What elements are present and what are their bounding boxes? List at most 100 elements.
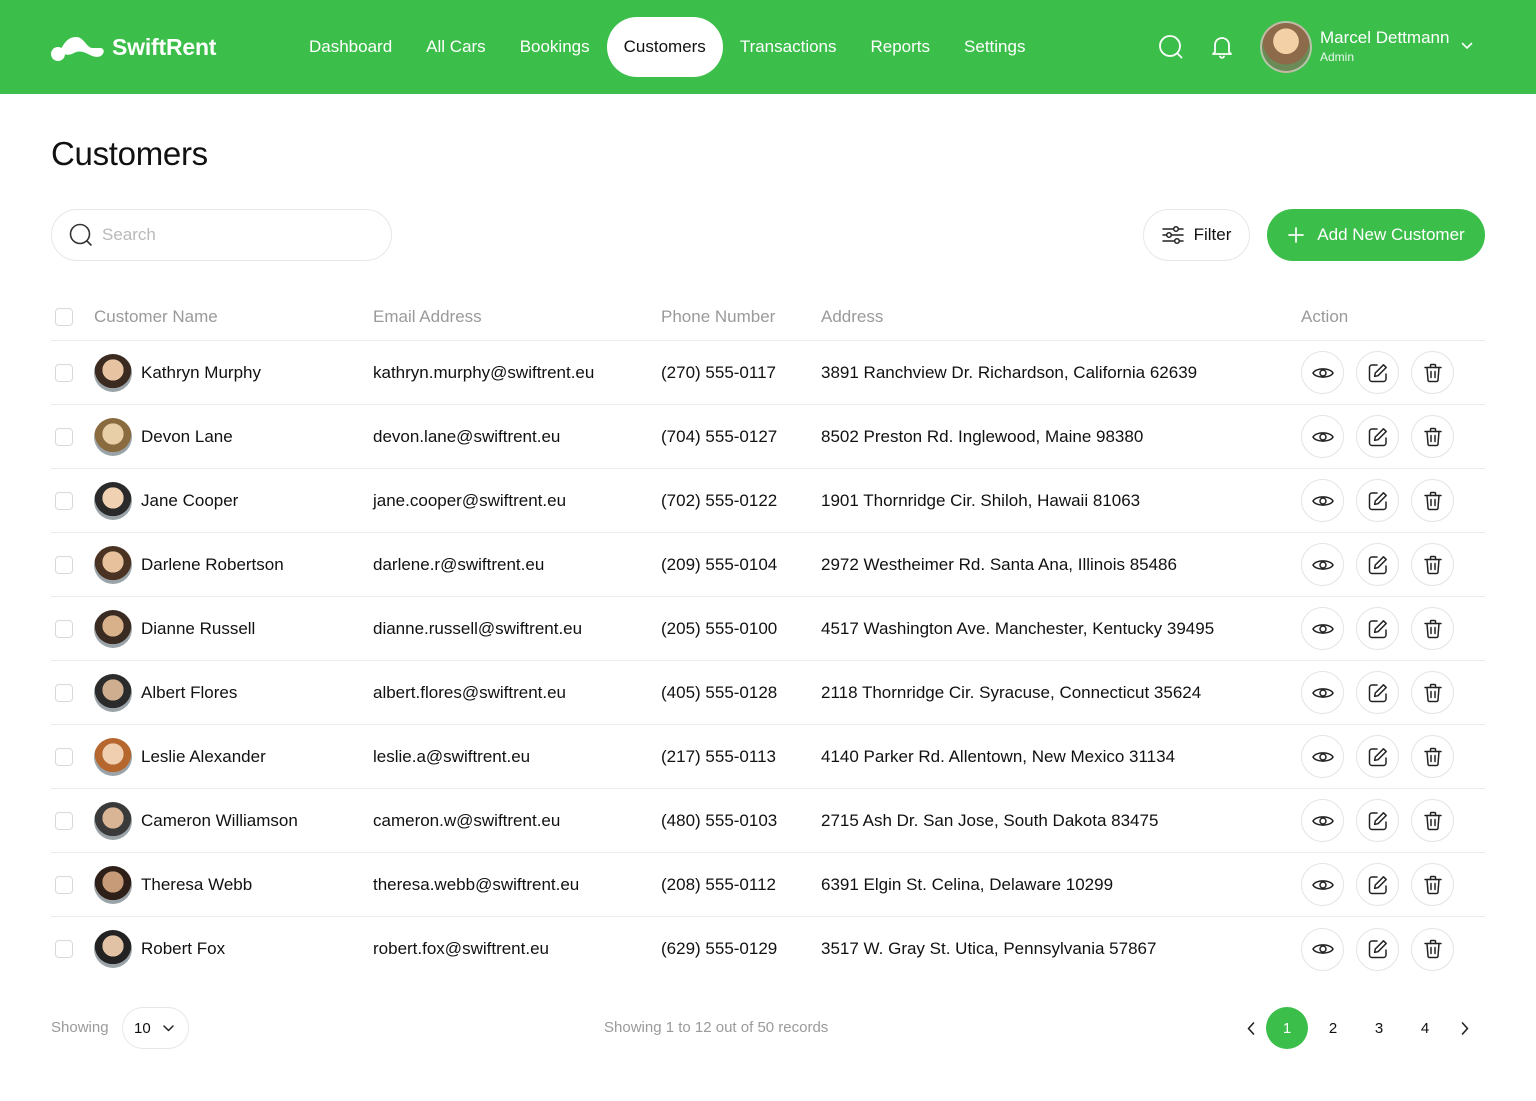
delete-button[interactable] xyxy=(1411,799,1454,842)
row-checkbox[interactable] xyxy=(55,363,73,382)
prev-page-button[interactable] xyxy=(1236,1007,1266,1049)
page-title: Customers xyxy=(51,135,208,172)
customer-email: cameron.w@swiftrent.eu xyxy=(373,810,561,830)
column-header-email[interactable]: Email Address xyxy=(373,307,661,327)
edit-icon xyxy=(1368,683,1387,702)
edit-button[interactable] xyxy=(1356,671,1399,714)
delete-button[interactable] xyxy=(1411,415,1454,458)
brand-logo[interactable]: SwiftRent xyxy=(50,30,216,64)
edit-button[interactable] xyxy=(1356,735,1399,778)
customer-address: 3517 W. Gray St. Utica, Pennsylvania 578… xyxy=(821,939,1157,958)
view-button[interactable] xyxy=(1301,543,1344,586)
table-row: Darlene Robertson darlene.r@swiftrent.eu (… xyxy=(51,533,1485,597)
view-button[interactable] xyxy=(1301,799,1344,842)
row-checkbox[interactable] xyxy=(55,811,73,830)
table-row: Devon Lane devon.lane@swiftrent.eu (704) 5… xyxy=(51,405,1485,469)
select-all-checkbox[interactable] xyxy=(55,308,73,326)
user-menu[interactable]: Marcel Dettmann Admin xyxy=(1260,20,1473,74)
edit-button[interactable] xyxy=(1356,351,1399,394)
delete-button[interactable] xyxy=(1411,863,1454,906)
row-checkbox[interactable] xyxy=(55,619,73,638)
page-button-3[interactable]: 3 xyxy=(1358,1007,1400,1049)
edit-button[interactable] xyxy=(1356,415,1399,458)
customer-email: devon.lane@swiftrent.eu xyxy=(373,426,561,446)
nav-item-dashboard[interactable]: Dashboard xyxy=(292,17,409,77)
swiftrent-logo-icon xyxy=(51,37,104,61)
customer-email: albert.flores@swiftrent.eu xyxy=(373,682,567,702)
delete-button[interactable] xyxy=(1411,351,1454,394)
customer-phone: (702) 555-0122 xyxy=(661,490,778,510)
customer-name: Kathryn Murphy xyxy=(141,362,261,382)
row-checkbox[interactable] xyxy=(55,683,73,702)
trash-icon xyxy=(1423,747,1442,766)
edit-button[interactable] xyxy=(1356,927,1399,971)
add-new-customer-button[interactable]: Add New Customer xyxy=(1267,209,1485,261)
nav-item-all-cars[interactable]: All Cars xyxy=(409,17,503,77)
customer-name: Cameron Williamson xyxy=(141,810,298,830)
view-button[interactable] xyxy=(1301,479,1344,522)
next-page-button[interactable] xyxy=(1450,1007,1480,1049)
table-row: Albert Flores albert.flores@swiftrent.eu (… xyxy=(51,661,1485,725)
customer-phone: (704) 555-0127 xyxy=(661,426,778,446)
nav-item-customers[interactable]: Customers xyxy=(606,17,723,77)
page-button-4[interactable]: 4 xyxy=(1404,1007,1446,1049)
row-checkbox[interactable] xyxy=(55,940,73,958)
delete-button[interactable] xyxy=(1411,543,1454,586)
chevron-left-icon xyxy=(1247,1021,1255,1035)
page-size-select[interactable]: 10 xyxy=(122,1007,189,1049)
table-header: Customer Name Email Address Phone Number… xyxy=(51,294,1485,341)
edit-button[interactable] xyxy=(1356,607,1399,650)
eye-icon xyxy=(1311,367,1334,378)
notifications-button[interactable] xyxy=(1208,33,1236,61)
edit-button[interactable] xyxy=(1356,479,1399,522)
delete-button[interactable] xyxy=(1411,607,1454,650)
view-button[interactable] xyxy=(1301,735,1344,778)
view-button[interactable] xyxy=(1301,351,1344,394)
search-input[interactable] xyxy=(102,225,362,245)
edit-button[interactable] xyxy=(1356,799,1399,842)
customer-avatar xyxy=(94,673,132,712)
table-row: Jane Cooper jane.cooper@swiftrent.eu (702)… xyxy=(51,469,1485,533)
header-search-button[interactable] xyxy=(1157,33,1185,61)
trash-icon xyxy=(1423,491,1442,510)
row-checkbox[interactable] xyxy=(55,491,73,510)
customer-phone: (209) 555-0104 xyxy=(661,554,778,574)
view-button[interactable] xyxy=(1301,671,1344,714)
page-size-value: 10 xyxy=(134,1019,151,1037)
page-size-label: Showing xyxy=(51,1019,109,1036)
customer-address: 8502 Preston Rd. Inglewood, Maine 98380 xyxy=(821,426,1144,446)
page-button-1[interactable]: 1 xyxy=(1266,1007,1308,1049)
nav-item-transactions[interactable]: Transactions xyxy=(723,17,854,77)
edit-icon xyxy=(1368,427,1387,446)
row-checkbox[interactable] xyxy=(55,747,73,766)
edit-button[interactable] xyxy=(1356,863,1399,906)
delete-button[interactable] xyxy=(1411,735,1454,778)
row-checkbox[interactable] xyxy=(55,427,73,446)
column-header-address[interactable]: Address xyxy=(821,307,1301,327)
edit-button[interactable] xyxy=(1356,543,1399,586)
view-button[interactable] xyxy=(1301,927,1344,971)
nav-item-bookings[interactable]: Bookings xyxy=(503,17,607,77)
page-button-2[interactable]: 2 xyxy=(1312,1007,1354,1049)
bell-icon xyxy=(1212,37,1232,59)
view-button[interactable] xyxy=(1301,863,1344,906)
row-checkbox[interactable] xyxy=(55,555,73,574)
view-button[interactable] xyxy=(1301,607,1344,650)
table-row: Theresa Webb theresa.webb@swiftrent.eu (20… xyxy=(51,853,1485,917)
user-role: Admin xyxy=(1320,50,1355,64)
delete-button[interactable] xyxy=(1411,479,1454,522)
column-header-customer-name[interactable]: Customer Name xyxy=(94,307,373,327)
row-checkbox[interactable] xyxy=(55,875,73,894)
trash-icon xyxy=(1423,875,1442,894)
filter-button[interactable]: Filter xyxy=(1143,209,1250,261)
customers-table: Customer Name Email Address Phone Number… xyxy=(51,294,1485,981)
delete-button[interactable] xyxy=(1411,671,1454,714)
view-button[interactable] xyxy=(1301,415,1344,458)
search-box[interactable] xyxy=(51,209,392,261)
nav-item-reports[interactable]: Reports xyxy=(854,17,948,77)
edit-icon xyxy=(1368,619,1387,638)
nav-item-settings[interactable]: Settings xyxy=(947,17,1042,77)
customer-avatar xyxy=(94,930,132,968)
delete-button[interactable] xyxy=(1411,927,1454,971)
column-header-phone[interactable]: Phone Number xyxy=(661,307,821,327)
